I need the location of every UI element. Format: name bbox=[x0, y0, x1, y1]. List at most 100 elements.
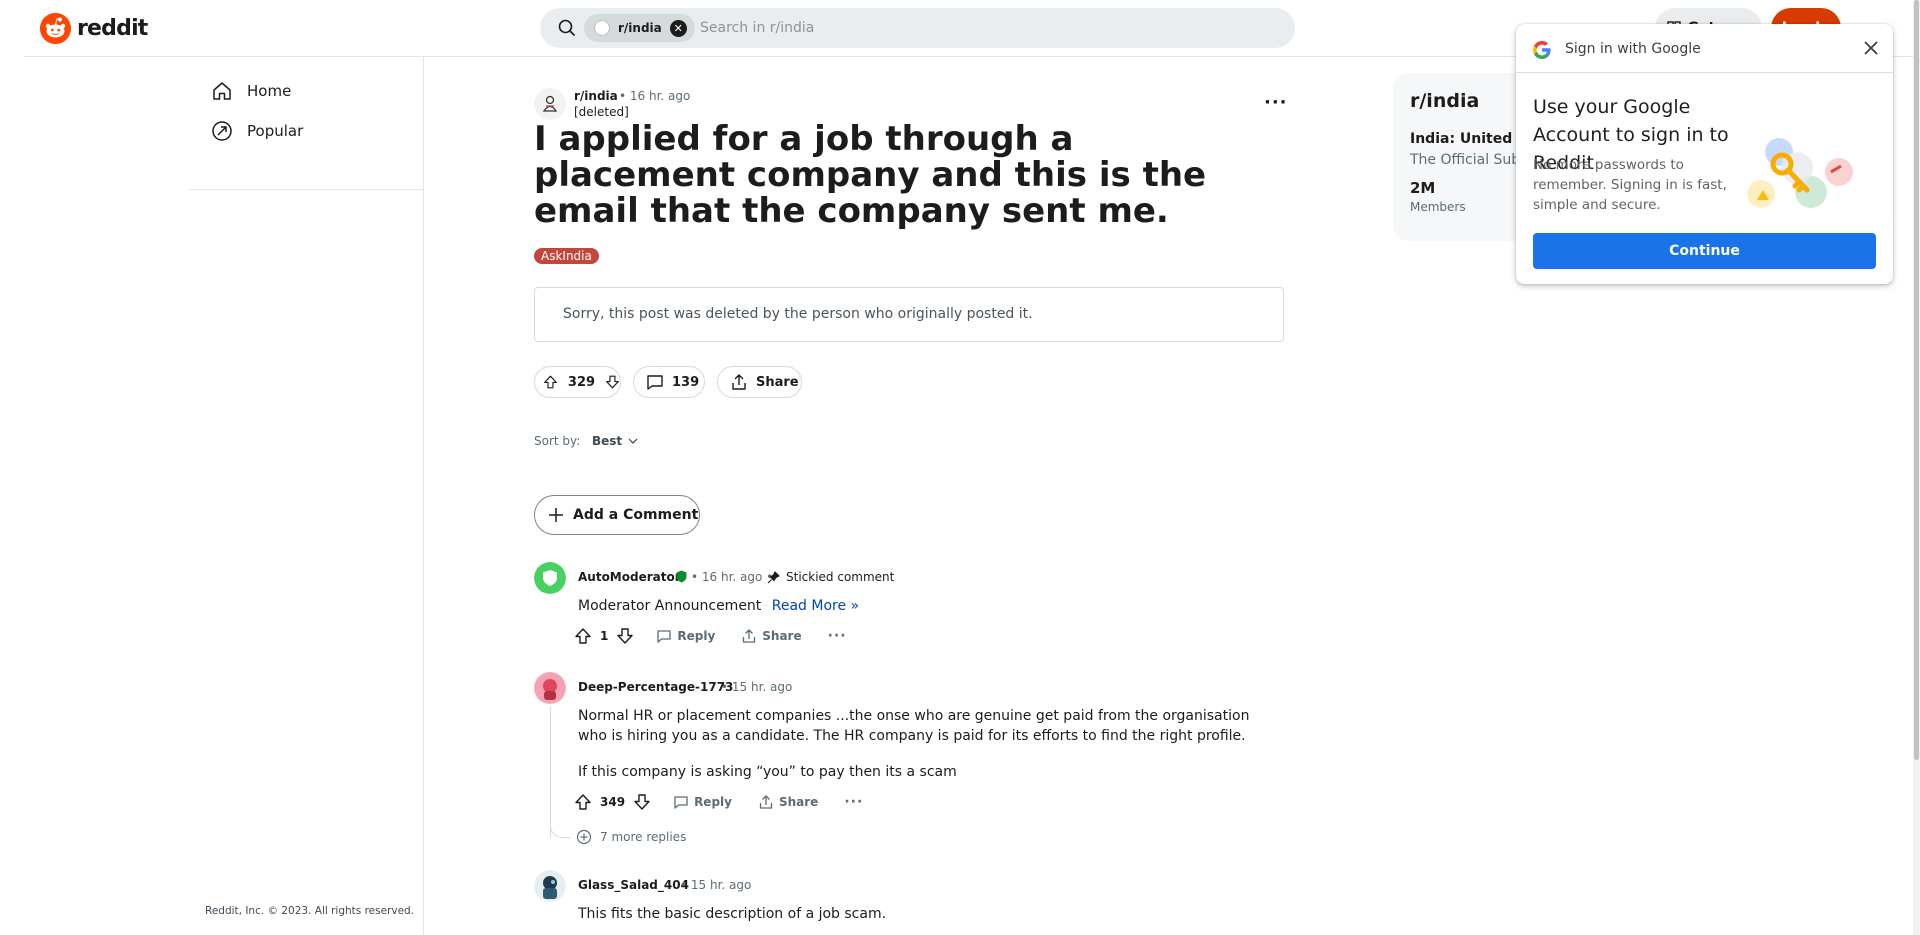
sort-value: Best bbox=[592, 434, 623, 448]
reply-label: Reply bbox=[677, 629, 716, 643]
pin-icon bbox=[767, 571, 780, 584]
comment-share-button[interactable]: Share bbox=[758, 794, 818, 810]
subreddit-icon bbox=[542, 95, 558, 112]
subreddit-avatar[interactable] bbox=[534, 88, 566, 120]
more-replies-button[interactable]: 7 more replies bbox=[576, 829, 686, 845]
clear-scope-icon[interactable]: ✕ bbox=[669, 19, 687, 37]
comment-overflow-menu-icon[interactable]: ··· bbox=[844, 794, 863, 810]
logo-wordmark: reddit bbox=[77, 15, 148, 41]
key-illustration-icon bbox=[1747, 138, 1853, 208]
scrollbar-thumb[interactable] bbox=[1914, 0, 1919, 760]
upvote-icon[interactable] bbox=[574, 627, 592, 645]
read-more-link[interactable]: Read More » bbox=[772, 598, 859, 614]
reddit-logo[interactable]: reddit bbox=[40, 12, 148, 44]
comment-vote-count: 349 bbox=[600, 795, 626, 809]
deleted-post-notice: Sorry, this post was deleted by the pers… bbox=[534, 287, 1284, 342]
comments-button[interactable]: 139 bbox=[633, 366, 705, 398]
community-description: The Official Subr bbox=[1410, 152, 1526, 168]
comment-count: 139 bbox=[672, 374, 700, 390]
post-vote-count: 329 bbox=[567, 374, 596, 390]
comment-icon bbox=[657, 630, 672, 643]
sidebar-item-popular[interactable]: Popular bbox=[189, 111, 423, 151]
reply-button[interactable]: Reply bbox=[656, 628, 715, 644]
members-label: Members bbox=[1410, 200, 1466, 214]
comment-vote-count: 1 bbox=[600, 629, 609, 643]
avatar[interactable] bbox=[534, 870, 566, 902]
post-title: I applied for a job through a placement … bbox=[534, 119, 1207, 231]
downvote-icon[interactable] bbox=[605, 373, 620, 391]
sidebar-item-label: Popular bbox=[247, 122, 304, 140]
post-author: [deleted] bbox=[574, 105, 629, 119]
post-flair[interactable]: AskIndia bbox=[534, 248, 599, 264]
chevron-down-icon bbox=[628, 438, 638, 444]
search-scope-label: r/india bbox=[618, 21, 662, 35]
upvote-icon[interactable] bbox=[574, 793, 592, 811]
search-input[interactable] bbox=[700, 8, 1260, 48]
comment-share-button[interactable]: Share bbox=[741, 628, 802, 644]
comment-actions: 1 Reply Share ··· bbox=[574, 624, 847, 648]
members-count: 2M bbox=[1410, 179, 1436, 197]
add-comment-button[interactable]: Add a Comment bbox=[534, 495, 700, 535]
close-icon[interactable] bbox=[1863, 40, 1879, 56]
sidebar-item-label: Home bbox=[247, 82, 292, 100]
comment-timestamp: • 16 hr. ago • bbox=[691, 570, 774, 584]
comment-author[interactable]: Glass_Salad_404 bbox=[578, 878, 689, 892]
expand-plus-icon bbox=[576, 829, 592, 845]
moderator-shield-icon bbox=[676, 570, 687, 583]
share-label: Share bbox=[762, 629, 802, 643]
share-icon bbox=[759, 795, 773, 809]
share-label: Share bbox=[778, 795, 819, 809]
popular-icon bbox=[212, 121, 232, 141]
comment-author[interactable]: AutoModerator bbox=[578, 570, 681, 584]
footer-copyright: Reddit, Inc. © 2023. All rights reserved… bbox=[205, 905, 415, 917]
sort-dropdown[interactable]: Best bbox=[592, 434, 638, 448]
sidebar-item-home[interactable]: Home bbox=[189, 71, 423, 111]
search-scope-chip[interactable]: r/india ✕ bbox=[584, 14, 695, 42]
reddit-snoo-icon bbox=[40, 12, 71, 44]
subreddit-avatar bbox=[594, 20, 610, 36]
thread-branch bbox=[550, 820, 570, 838]
comment-body: Moderator Announcement Read More » bbox=[578, 596, 859, 616]
share-button[interactable]: Share bbox=[717, 366, 802, 398]
share-icon bbox=[732, 374, 746, 390]
reply-button[interactable]: Reply bbox=[673, 794, 732, 810]
post-subreddit-link[interactable]: r/india bbox=[574, 89, 618, 103]
comment-author[interactable]: Deep-Percentage-1773 bbox=[578, 680, 733, 694]
google-icon bbox=[1533, 41, 1551, 59]
search-bar[interactable]: r/india ✕ bbox=[540, 8, 1295, 48]
thread-line[interactable] bbox=[550, 706, 551, 838]
sort-label: Sort by: bbox=[534, 434, 581, 448]
downvote-icon[interactable] bbox=[633, 793, 651, 811]
sidebar-divider bbox=[189, 189, 423, 190]
downvote-icon[interactable] bbox=[616, 627, 634, 645]
left-sidebar: Home Popular Reddit, Inc. © 2023. All ri… bbox=[189, 57, 424, 935]
home-icon bbox=[213, 82, 231, 100]
google-sign-in-popup: Sign in with Google Use your Google Acco… bbox=[1516, 24, 1893, 284]
comment-overflow-menu-icon[interactable]: ··· bbox=[828, 628, 847, 644]
post-timestamp: • 16 hr. ago bbox=[619, 89, 691, 103]
comment-icon bbox=[674, 796, 688, 809]
reply-label: Reply bbox=[694, 795, 732, 809]
search-icon bbox=[558, 19, 576, 37]
avatar[interactable] bbox=[534, 562, 566, 594]
avatar[interactable] bbox=[534, 672, 566, 704]
community-name[interactable]: r/india bbox=[1410, 90, 1479, 112]
comment-body-paragraph: If this company is asking “you” to pay t… bbox=[578, 764, 957, 780]
comment-body: This fits the basic description of a job… bbox=[578, 906, 887, 922]
post-vote-control: 329 bbox=[534, 366, 621, 398]
continue-button[interactable]: Continue bbox=[1533, 233, 1876, 269]
comment-timestamp: • 15 hr. ago bbox=[721, 680, 793, 694]
google-popup-divider bbox=[1516, 72, 1893, 73]
post-overflow-menu-icon[interactable]: ··· bbox=[1264, 92, 1288, 113]
comment-body: Normal HR or placement companies ...the … bbox=[578, 708, 1250, 744]
comment-timestamp: • 15 hr. ago bbox=[680, 878, 752, 892]
share-icon bbox=[743, 629, 756, 643]
upvote-icon[interactable] bbox=[543, 373, 558, 391]
comment-actions: 349 Reply Share ··· bbox=[574, 790, 863, 814]
comment-text: Moderator Announcement bbox=[578, 598, 762, 614]
comment-icon bbox=[647, 375, 663, 390]
add-comment-label: Add a Comment bbox=[573, 507, 699, 523]
google-popup-header: Sign in with Google bbox=[1565, 41, 1701, 57]
more-replies-label: 7 more replies bbox=[600, 830, 687, 844]
community-title: India: United W bbox=[1410, 131, 1533, 147]
